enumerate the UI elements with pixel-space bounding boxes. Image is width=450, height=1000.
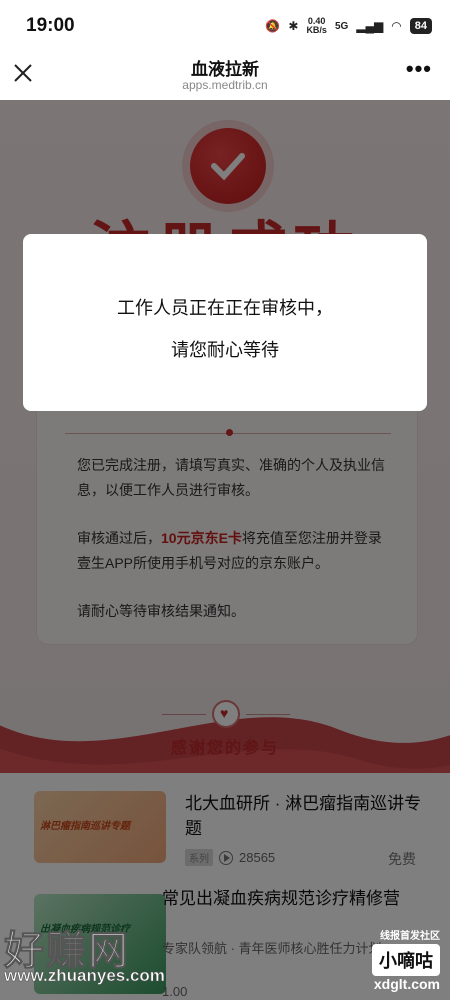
nav-bar: 血液拉新 apps.medtrib.cn ••• xyxy=(0,52,450,100)
net-rate: 0.40 KB/s xyxy=(306,17,327,35)
watermark-brand: 小嘀咕 xyxy=(372,944,440,976)
page-title: 血液拉新 xyxy=(191,60,259,79)
watermark-url: www.zhuanyes.com xyxy=(4,966,166,986)
wifi-icon: ◠ xyxy=(391,19,402,33)
mute-icon: 🔕 xyxy=(265,19,281,33)
status-time: 19:00 xyxy=(26,15,75,36)
watermark-brand-url: xdglt.com xyxy=(373,976,440,992)
status-icons: 🔕 ✱ 0.40 KB/s 5G ▂▄▆ ◠ 84 xyxy=(265,17,432,35)
status-bar: 19:00 🔕 ✱ 0.40 KB/s 5G ▂▄▆ ◠ 84 xyxy=(0,0,450,52)
watermark-tagline: 线报首发社区 xyxy=(380,931,440,942)
bluetooth-icon: ✱ xyxy=(288,19,299,33)
signal-icon: ▂▄▆ xyxy=(356,19,384,33)
signal-label: 5G xyxy=(334,20,349,32)
net-rate-unit: KB/s xyxy=(306,25,327,35)
battery-icon: 84 xyxy=(409,18,432,34)
page-url: apps.medtrib.cn xyxy=(182,78,268,92)
dialog-message-line-1: 工作人员正在正在审核中， xyxy=(117,298,333,318)
review-dialog: 工作人员正在正在审核中， 请您耐心等待 xyxy=(23,234,427,411)
more-menu-button[interactable]: ••• xyxy=(406,56,432,82)
dialog-message-line-2: 请您耐心等待 xyxy=(171,340,279,360)
